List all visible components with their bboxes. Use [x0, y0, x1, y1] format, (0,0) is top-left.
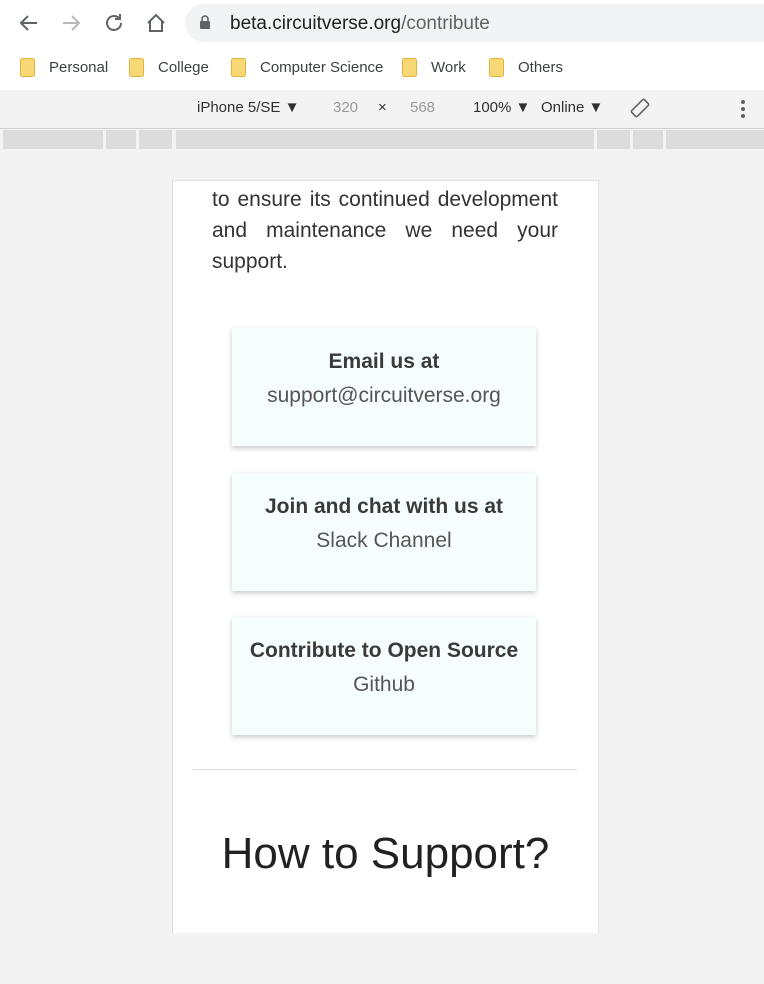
network-select[interactable]: Online ▼	[541, 99, 603, 116]
browser-toolbar: beta.circuitverse.org/contribute Persona…	[0, 0, 764, 90]
folder-icon	[129, 57, 144, 77]
dropdown-arrow-icon: ▼	[284, 99, 300, 116]
card-title: Email us at	[328, 350, 440, 373]
media-query-bar[interactable]	[139, 130, 172, 149]
divider	[193, 769, 577, 770]
media-query-bar[interactable]	[597, 130, 630, 149]
device-viewport: to ensure its continued development and …	[172, 180, 599, 933]
zoom-select[interactable]: 100% ▼	[473, 99, 530, 116]
device-label: iPhone 5/SE	[197, 99, 281, 116]
bookmark-work[interactable]: Work	[402, 52, 466, 82]
bookmark-label: Others	[518, 58, 564, 76]
back-icon[interactable]	[14, 8, 44, 38]
height-input[interactable]: 568	[410, 99, 435, 116]
rotate-icon[interactable]	[630, 98, 650, 122]
bookmark-label: Computer Science	[260, 58, 384, 76]
bookmark-college[interactable]: College	[129, 52, 209, 82]
times-sign: ×	[378, 99, 387, 116]
reload-icon[interactable]	[99, 8, 129, 38]
card-title: Contribute to Open Source	[249, 639, 519, 662]
home-icon[interactable]	[141, 8, 171, 38]
url-host: beta.circuitverse.org	[230, 13, 402, 34]
dropdown-arrow-icon: ▼	[515, 99, 531, 116]
device-select[interactable]: iPhone 5/SE ▼	[197, 99, 299, 116]
bookmark-computer-science[interactable]: Computer Science	[231, 52, 383, 82]
zoom-label: 100%	[473, 99, 512, 116]
page-heading: How to Support?	[221, 829, 550, 878]
folder-icon	[489, 57, 504, 77]
url-text: beta.circuitverse.org/contribute	[230, 13, 490, 35]
email-link[interactable]: support@circuitverse.org	[232, 384, 536, 408]
folder-icon	[231, 57, 246, 77]
width-input[interactable]: 320	[333, 99, 358, 116]
bookmark-others[interactable]: Others	[489, 52, 563, 82]
card-title: Join and chat with us at	[264, 495, 504, 518]
bookmark-label: College	[158, 58, 209, 76]
dropdown-arrow-icon: ▼	[588, 99, 604, 116]
lock-icon	[199, 15, 211, 35]
media-query-bar[interactable]	[3, 130, 103, 149]
folder-icon	[20, 57, 35, 77]
address-bar[interactable]: beta.circuitverse.org/contribute	[185, 4, 764, 42]
media-query-bar[interactable]	[666, 130, 764, 149]
bookmarks-bar: Personal College Computer Science Work O…	[0, 52, 764, 82]
github-link[interactable]: Github	[232, 673, 536, 697]
intro-paragraph: to ensure its continued development and …	[212, 188, 558, 273]
contact-card-github: Contribute to Open Source Github	[232, 617, 536, 735]
contact-card-email: Email us at support@circuitverse.org	[232, 328, 536, 446]
media-query-bar[interactable]	[176, 130, 594, 149]
device-toolbar: iPhone 5/SE ▼ 320 × 568 100% ▼ Online ▼	[0, 90, 764, 129]
folder-icon	[402, 57, 417, 77]
bookmark-personal[interactable]: Personal	[20, 52, 108, 82]
bookmark-label: Work	[431, 58, 466, 76]
media-query-bar[interactable]	[633, 130, 663, 149]
network-label: Online	[541, 99, 585, 116]
media-query-bar[interactable]	[106, 130, 136, 149]
forward-icon[interactable]	[56, 8, 86, 38]
more-options-icon[interactable]	[740, 99, 746, 123]
url-path: /contribute	[401, 13, 490, 34]
slack-link[interactable]: Slack Channel	[232, 529, 536, 553]
bookmark-label: Personal	[49, 58, 109, 76]
contact-card-slack: Join and chat with us at Slack Channel	[232, 473, 536, 591]
